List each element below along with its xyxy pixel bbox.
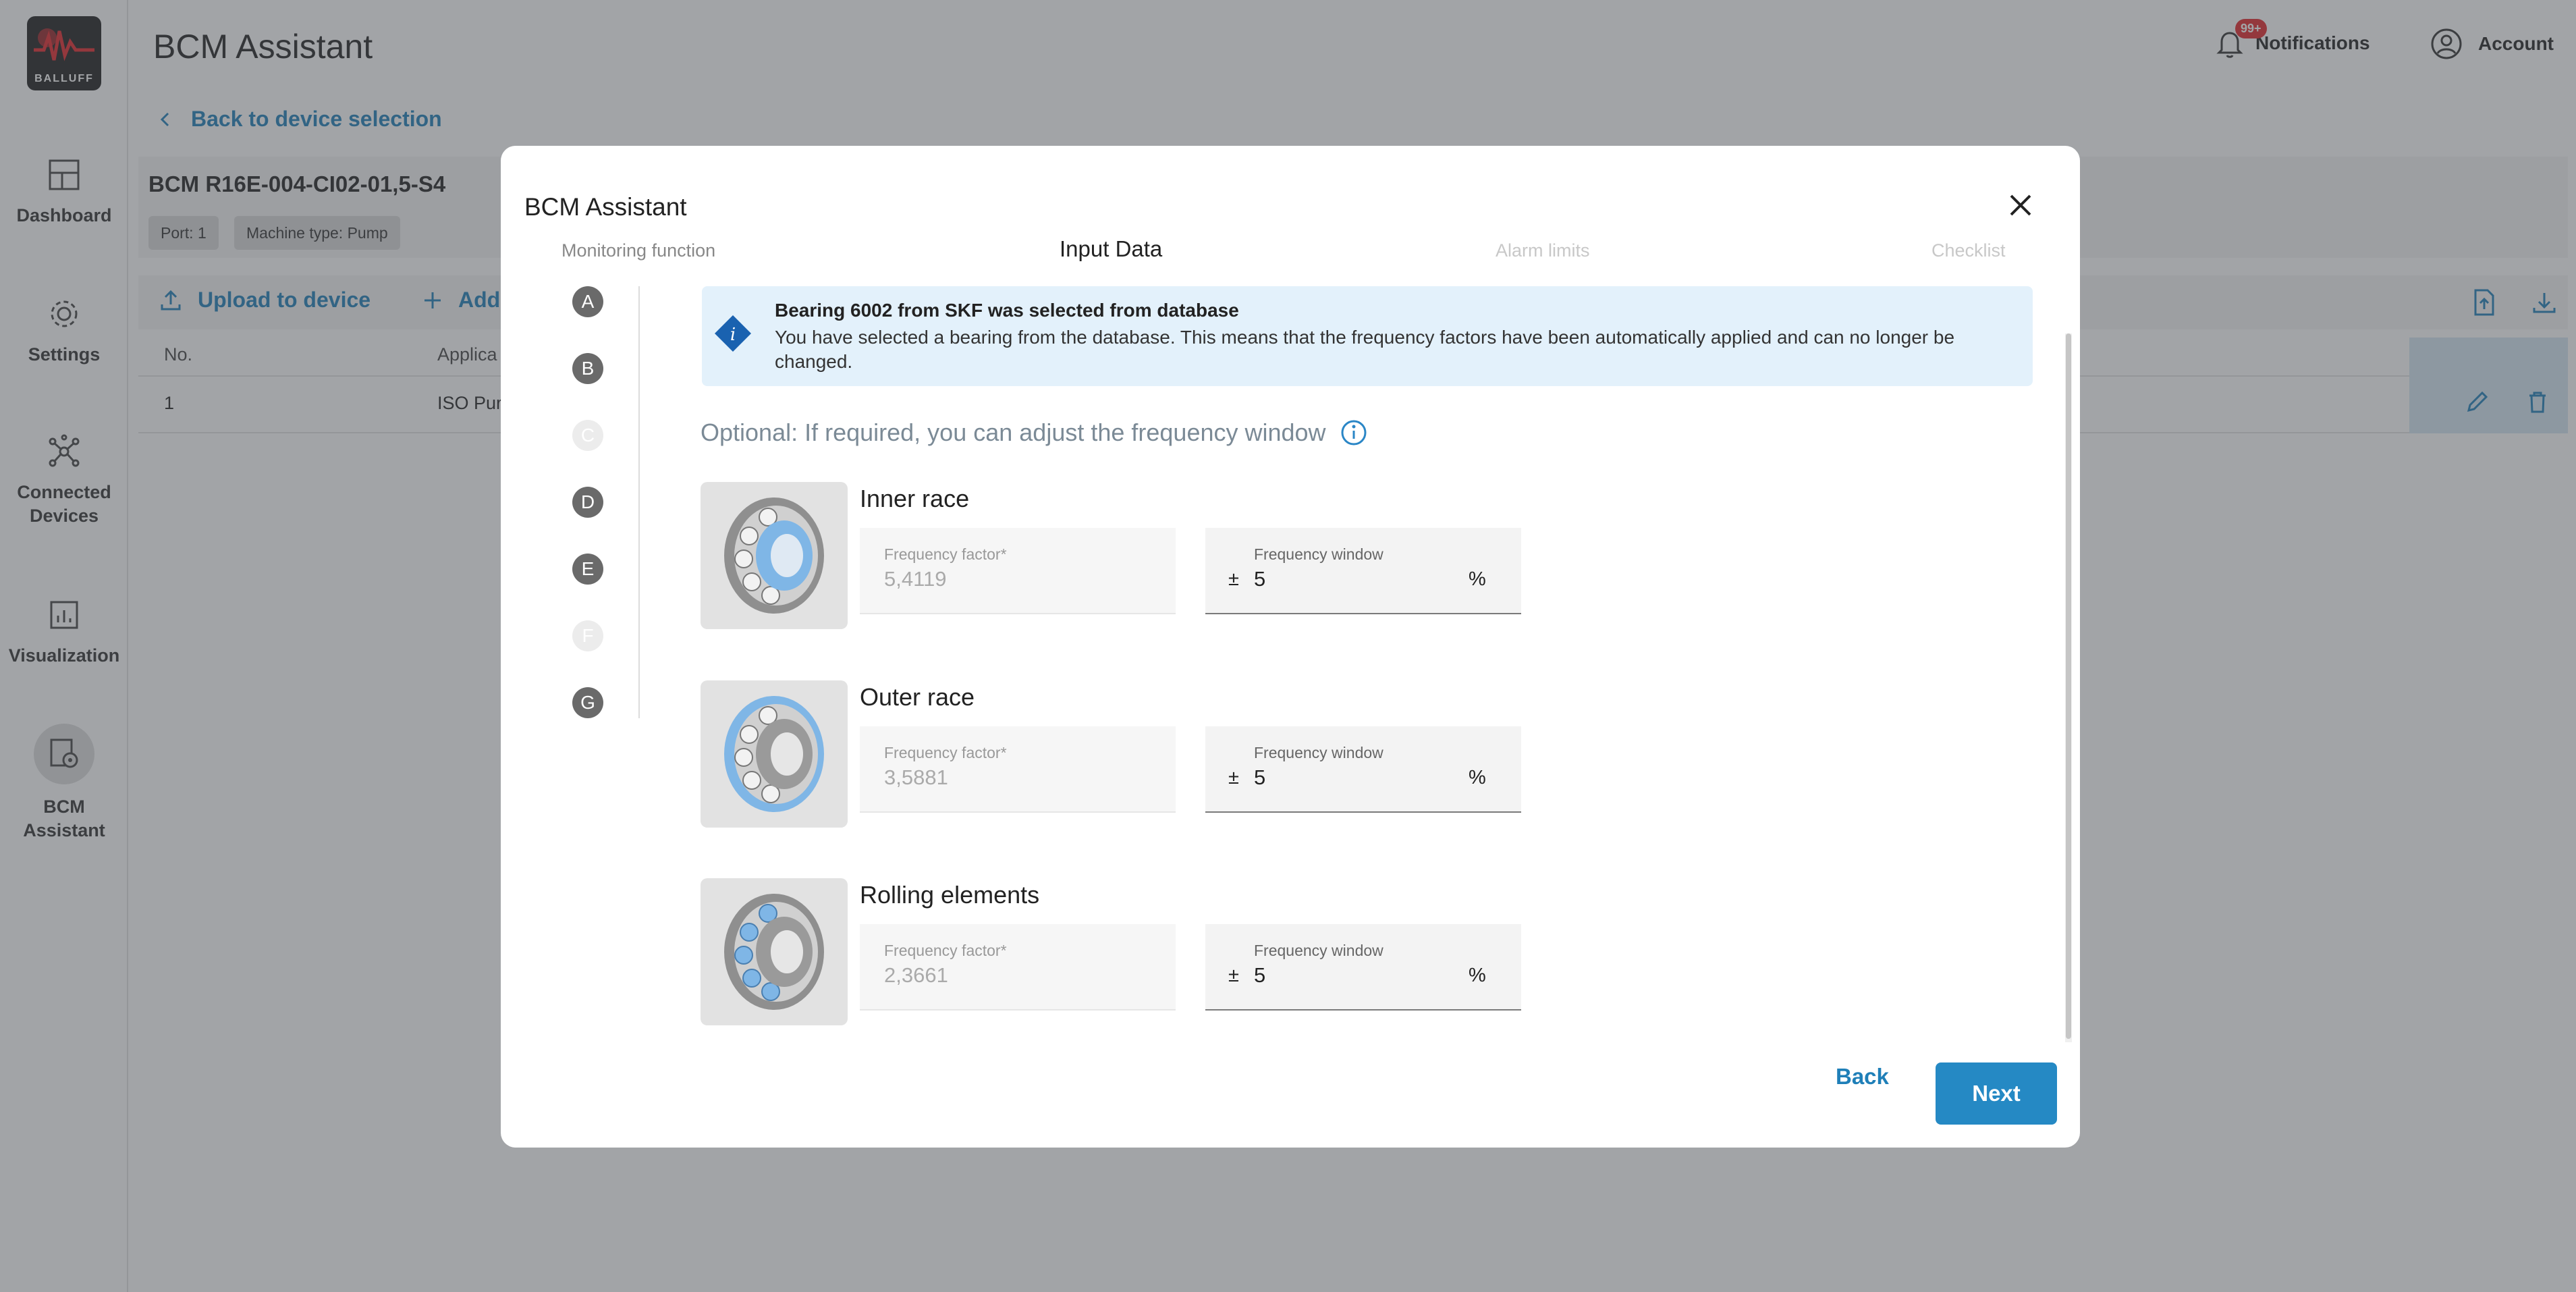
row-title: Inner race [860, 485, 970, 512]
info-diamond-icon: i [715, 315, 751, 352]
sub-step-e[interactable]: E [572, 554, 603, 585]
bearing-icon [724, 497, 824, 614]
step-monitoring-function[interactable]: Monitoring function [561, 240, 715, 261]
rolling-elements-row: Rolling elements Frequency factor* 2,366… [701, 878, 1578, 1027]
scrollbar-thumb[interactable] [2066, 333, 2071, 1039]
bcm-assistant-dialog: BCM Assistant Monitoring function Input … [501, 146, 2080, 1148]
info-circle-icon[interactable] [1340, 419, 1368, 447]
step-input-data[interactable]: Input Data [1060, 236, 1162, 262]
outer-race-frequency-factor-field: Frequency factor* 3,5881 [860, 726, 1176, 813]
row-title: Rolling elements [860, 881, 1040, 909]
database-info-notice: i Bearing 6002 from SKF was selected fro… [702, 286, 2033, 386]
bearing-rolling-elements-image [701, 878, 848, 1025]
sub-step-c: C [572, 420, 603, 451]
inner-race-row: Inner race Frequency factor* 5,4119 ± Fr… [701, 482, 1578, 630]
sub-step-g[interactable]: G [572, 687, 603, 718]
step-alarm-limits[interactable]: Alarm limits [1496, 240, 1590, 261]
close-icon[interactable] [2004, 189, 2037, 221]
outer-race-frequency-window-input[interactable]: ± Frequency window 5 % [1205, 726, 1521, 813]
bearing-icon [724, 894, 824, 1010]
sub-step-d[interactable]: D [572, 487, 603, 518]
next-button[interactable]: Next [1936, 1062, 2057, 1125]
sub-step-a[interactable]: A [572, 286, 603, 317]
bearing-outer-race-image [701, 680, 848, 828]
row-title: Outer race [860, 683, 975, 711]
step-checklist[interactable]: Checklist [1931, 240, 2006, 261]
inner-race-frequency-factor-field: Frequency factor* 5,4119 [860, 528, 1176, 614]
bearing-inner-race-image [701, 482, 848, 629]
sub-step-divider [638, 286, 640, 718]
back-button[interactable]: Back [1836, 1064, 1889, 1089]
svg-text:i: i [730, 325, 736, 345]
outer-race-row: Outer race Frequency factor* 3,5881 ± Fr… [701, 680, 1578, 829]
sub-step-f: F [572, 620, 603, 651]
rolling-elements-frequency-factor-field: Frequency factor* 2,3661 [860, 924, 1176, 1011]
info-title: Bearing 6002 from SKF was selected from … [775, 300, 1239, 321]
bearing-icon [724, 696, 824, 812]
rolling-elements-frequency-window-input[interactable]: ± Frequency window 5 % [1205, 924, 1521, 1011]
info-text: You have selected a bearing from the dat… [775, 327, 1955, 372]
inner-race-frequency-window-input[interactable]: ± Frequency window 5 % [1205, 528, 1521, 614]
optional-adjust-hint: Optional: If required, you can adjust th… [701, 419, 1368, 447]
dialog-title: BCM Assistant [524, 193, 687, 221]
sub-step-b[interactable]: B [572, 353, 603, 384]
stepper: Monitoring function Input Data Alarm lim… [501, 234, 2080, 267]
